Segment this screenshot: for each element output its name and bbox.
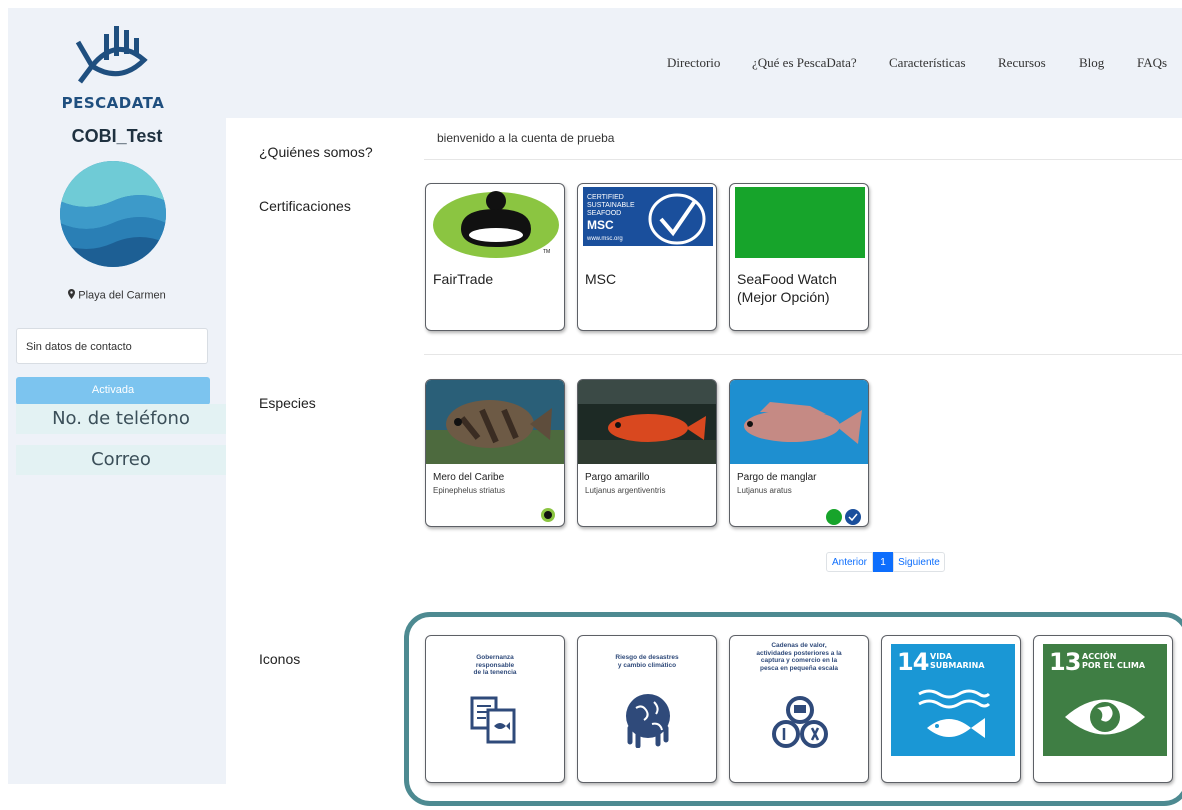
pagination-page-1[interactable]: 1 (873, 552, 893, 572)
species-scientific-name: Epinephelus striatus (433, 486, 506, 495)
species-name: Pargo amarillo (585, 472, 650, 483)
globe-melting-icon (626, 694, 670, 748)
icon-text-line: de la tenencia (473, 669, 517, 676)
species-photo (730, 380, 868, 464)
msc-badge-icon (845, 509, 861, 525)
seafood-watch-badge-icon (826, 509, 842, 525)
nav-directorio[interactable]: Directorio (667, 55, 720, 71)
species-card-pargo-amarillo[interactable]: Pargo amarillo Lutjanus argentiventris (577, 379, 717, 527)
nav-blog[interactable]: Blog (1079, 55, 1104, 71)
sdg-tile: 14 VIDA SUBMARINA (891, 644, 1015, 756)
divider (424, 354, 1182, 355)
pagination-next[interactable]: Siguiente (893, 552, 945, 572)
species-photo (578, 380, 716, 464)
icon-card-text: Gobernanza responsable de la tenencia (434, 654, 556, 677)
profile-username: COBI_Test (71, 126, 163, 146)
about-text: bienvenido a la cuenta de prueba (437, 131, 615, 145)
about-heading: ¿Quiénes somos? (259, 144, 373, 160)
location-text: Playa del Carmen (78, 289, 166, 302)
svg-text:CERTIFIED: CERTIFIED (587, 194, 624, 201)
cert-label: SeaFood Watch (Mejor Opción) (737, 270, 837, 306)
avatar (60, 161, 166, 267)
phone-label[interactable]: No. de teléfono (16, 404, 226, 434)
nav-faqs[interactable]: FAQs (1137, 55, 1167, 71)
fairtrade-logo-icon: TM (431, 187, 561, 258)
icon-text-line: captura y comercio en la (760, 657, 838, 664)
icon-card-sdg14[interactable]: 14 VIDA SUBMARINA (881, 635, 1021, 783)
logo-text: PESCADATA (61, 94, 165, 112)
species-heading: Especies (259, 395, 316, 411)
cert-label-line: SeaFood Watch (737, 271, 837, 287)
sdg-number: 14 (897, 648, 929, 676)
species-card-pargo-manglar[interactable]: Pargo de manglar Lutjanus aratus (729, 379, 869, 527)
icon-text-line: actividades posteriores a la (756, 649, 842, 657)
cert-label: FairTrade (433, 271, 494, 287)
svg-text:SUSTAINABLE: SUSTAINABLE (587, 202, 635, 209)
map-marker-icon (68, 289, 76, 302)
fish-waves-icon (918, 689, 991, 738)
icon-card-cadenas[interactable]: Cadenas de valor, actividades posteriore… (729, 635, 869, 783)
nav-que-es-pescadata[interactable]: ¿Qué es PescaData? (752, 55, 857, 71)
icon-text-line: y cambio climático (617, 661, 677, 669)
contact-info-box: Sin datos de contacto (16, 328, 208, 364)
icon-card-riesgo[interactable]: Riesgo de desastres y cambio climático (577, 635, 717, 783)
icon-text-line: Riesgo de desastres (615, 654, 679, 661)
species-scientific-name: Lutjanus aratus (737, 486, 792, 495)
sdg-title-line: POR EL CLIMA (1082, 661, 1146, 670)
svg-text:TM: TM (543, 249, 550, 255)
fairtrade-badge-icon (541, 508, 555, 522)
pagination-prev[interactable]: Anterior (826, 552, 873, 572)
species-scientific-name: Lutjanus argentiventris (585, 486, 666, 495)
fish-logo-icon (75, 26, 148, 84)
icon-card-text: Cadenas de valor, actividades posteriore… (738, 642, 860, 672)
icon-text-line: responsable (475, 661, 515, 669)
icon-card-sdg13[interactable]: 13 ACCIÓN POR EL CLIMA (1033, 635, 1173, 783)
pescadata-logo[interactable]: PESCADATA (58, 20, 168, 112)
certifications-heading: Certificaciones (259, 198, 351, 214)
cert-card-seafood-watch[interactable]: SeaFood Watch (Mejor Opción) (729, 183, 869, 331)
activated-button[interactable]: Activada (16, 377, 210, 405)
value-chain-icon (772, 696, 828, 748)
email-label[interactable]: Correo (16, 445, 226, 475)
icon-text-line: Gobernanza (476, 654, 514, 661)
documents-fish-icon (470, 696, 516, 744)
sdg-tile: 13 ACCIÓN POR EL CLIMA (1043, 644, 1167, 756)
cert-card-msc[interactable]: CERTIFIED SUSTAINABLE SEAFOOD MSC www.ms… (577, 183, 717, 331)
sdg-title-line: SUBMARINA (930, 661, 985, 670)
sdg-title-line: ACCIÓN (1082, 652, 1117, 661)
cert-label: MSC (585, 271, 617, 287)
icon-card-text: Riesgo de desastres y cambio climático (586, 654, 708, 669)
eye-globe-icon (1065, 699, 1145, 735)
nav-recursos[interactable]: Recursos (998, 55, 1046, 71)
divider (424, 159, 1182, 160)
cert-label-line: (Mejor Opción) (737, 289, 830, 305)
icons-heading: Iconos (259, 651, 301, 667)
sdg-title-line: VIDA (930, 652, 952, 661)
svg-text:SEAFOOD: SEAFOOD (587, 210, 621, 217)
profile-sidebar: PESCADATA COBI_Test Playa del Carmen Sin… (8, 8, 226, 784)
species-name: Mero del Caribe (433, 472, 505, 483)
species-card-mero[interactable]: Mero del Caribe Epinephelus striatus (425, 379, 565, 527)
species-photo (426, 380, 564, 464)
sdg-title: ACCIÓN POR EL CLIMA (1082, 652, 1145, 670)
species-name: Pargo de manglar (737, 472, 817, 483)
svg-text:MSC: MSC (587, 218, 614, 232)
icon-card-gobernanza[interactable]: Gobernanza responsable de la tenencia (425, 635, 565, 783)
svg-text:www.msc.org: www.msc.org (586, 236, 623, 242)
profile-location: Playa del Carmen (8, 289, 226, 302)
sdg-title: VIDA SUBMARINA (930, 652, 985, 670)
msc-logo-icon: CERTIFIED SUSTAINABLE SEAFOOD MSC www.ms… (583, 187, 713, 258)
nav-caracteristicas[interactable]: Características (889, 55, 966, 71)
seafood-watch-swatch (735, 187, 865, 258)
icon-text-line: pesca en pequeña escala (759, 664, 839, 672)
icon-text-line: Cadenas de valor, (771, 642, 827, 649)
sdg-number: 13 (1049, 648, 1081, 676)
cert-card-fairtrade[interactable]: TM FairTrade (425, 183, 565, 331)
